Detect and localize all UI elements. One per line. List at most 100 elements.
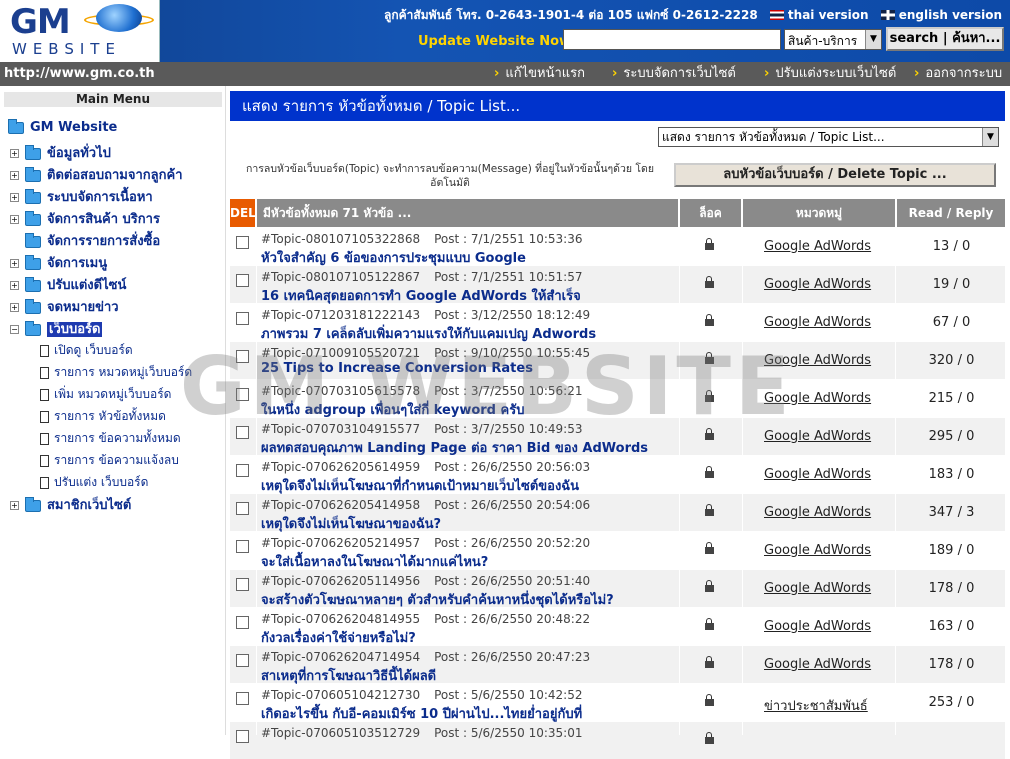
lock-icon[interactable]	[705, 428, 714, 441]
topic-title-link[interactable]: 25 Tips to Increase Conversion Rates	[261, 361, 533, 376]
lock-icon[interactable]	[705, 276, 714, 289]
category-link[interactable]: Google AdWords	[764, 429, 871, 444]
row-checkbox[interactable]	[236, 616, 249, 629]
thai-version-link[interactable]: thai version	[788, 8, 869, 22]
topic-title-link[interactable]: กังวลเรื่องค่าใช้จ่ายหรือไม่?	[261, 627, 416, 648]
topic-title-link[interactable]: ภาพรวม 7 เคล็ดลับเพิ่มความแรงให้กับแคมเป…	[261, 323, 596, 344]
row-checkbox[interactable]	[236, 350, 249, 363]
sidebar-root[interactable]: GM Website	[8, 118, 117, 135]
sidebar-item-content[interactable]: + ระบบจัดการเนื้อหา	[10, 186, 153, 207]
sidebar-item-design[interactable]: + ปรับแต่งดีไซน์	[10, 274, 126, 295]
category-link[interactable]: Google AdWords	[764, 657, 871, 672]
lock-icon[interactable]	[705, 656, 714, 669]
logo[interactable]: GM WEBSITE	[0, 0, 160, 62]
category-link[interactable]: Google AdWords	[764, 315, 871, 330]
sidebar-subitem-topic-list[interactable]: รายการ หัวข้อทั้งหมด	[40, 407, 166, 426]
category-link[interactable]: Google AdWords	[764, 467, 871, 482]
sidebar-item-members[interactable]: + สมาชิกเว็บไซต์	[10, 494, 131, 515]
category-link[interactable]: Google AdWords	[764, 505, 871, 520]
row-checkbox[interactable]	[236, 426, 249, 439]
sidebar-item-products[interactable]: + จัดการสินค้า บริการ	[10, 208, 160, 229]
expand-icon[interactable]: +	[10, 171, 19, 180]
expand-icon[interactable]: +	[10, 303, 19, 312]
lock-icon[interactable]	[705, 580, 714, 593]
row-checkbox[interactable]	[236, 312, 249, 325]
row-checkbox[interactable]	[236, 654, 249, 667]
row-checkbox[interactable]	[236, 502, 249, 515]
sidebar-subitem-label: รายการ ข้อความทั้งหมด	[54, 431, 181, 445]
row-checkbox[interactable]	[236, 730, 249, 743]
english-version-link[interactable]: english version	[899, 8, 1002, 22]
category-link[interactable]: Google AdWords	[764, 543, 871, 558]
lock-icon[interactable]	[705, 390, 714, 403]
row-checkbox[interactable]	[236, 236, 249, 249]
lock-icon[interactable]	[705, 732, 714, 745]
sidebar-item-contact[interactable]: + ติดต่อสอบถามจากลูกค้า	[10, 164, 183, 185]
category-link[interactable]: Google AdWords	[764, 239, 871, 254]
lock-icon[interactable]	[705, 542, 714, 555]
topic-title-link[interactable]: ผลทดสอบคุณภาพ Landing Page ต่อ ราคา Bid …	[261, 437, 648, 458]
topic-title-link[interactable]: เกิดอะไรขึ้น กับอี-คอมเมิร์ซ 10 ปีผ่านไป…	[261, 703, 582, 724]
topic-meta: #Topic-070626205114956 Post : 26/6/2550 2…	[261, 574, 590, 588]
nav-site-settings[interactable]: ปรับแต่งระบบเว็บไซต์	[764, 62, 896, 86]
sidebar-subitem-report-list[interactable]: รายการ ข้อความแจ้งลบ	[40, 451, 179, 470]
expand-icon[interactable]: +	[10, 193, 19, 202]
topic-title-link[interactable]: เหตุใดจึงไม่เห็นโฆษณาที่กำหนดเป้าหมายเว็…	[261, 475, 579, 496]
topic-title-link[interactable]: หัวใจสำคัญ 6 ข้อของการประชุมแบบ Google	[261, 247, 526, 268]
topic-title-link[interactable]: สาเหตุที่การโฆษณาวิธีนี้ได้ผลดี	[261, 665, 436, 686]
dropdown-arrow-icon[interactable]: ▼	[865, 30, 881, 49]
category-link[interactable]: ข่าวประชาสัมพันธ์	[764, 695, 868, 716]
topic-view-select[interactable]: แสดง รายการ หัวข้อทั้งหมด / Topic List..…	[658, 127, 999, 147]
collapse-icon[interactable]: −	[10, 325, 19, 334]
sidebar-subitem-webboard-settings[interactable]: ปรับแต่ง เว็บบอร์ด	[40, 473, 148, 492]
sidebar-item-menus[interactable]: + จัดการเมนู	[10, 252, 107, 273]
topic-title-link[interactable]: 16 เทคนิคสุดยอดการทำ Google AdWords ให้ส…	[261, 285, 581, 306]
lock-icon[interactable]	[705, 466, 714, 479]
sidebar-item-general[interactable]: + ข้อมูลทั่วไป	[10, 142, 111, 163]
category-link[interactable]: Google AdWords	[764, 619, 871, 634]
search-input[interactable]	[563, 29, 781, 50]
expand-icon[interactable]: +	[10, 501, 19, 510]
sidebar-item-orders[interactable]: จัดการรายการสั่งซื้อ	[25, 230, 160, 251]
category-link[interactable]: Google AdWords	[764, 391, 871, 406]
category-link[interactable]: Google AdWords	[764, 277, 871, 292]
nav-site-management[interactable]: ระบบจัดการเว็บไซต์	[612, 62, 735, 86]
row-checkbox[interactable]	[236, 388, 249, 401]
dropdown-arrow-icon[interactable]: ▼	[982, 128, 998, 146]
sidebar-item-newsletter[interactable]: + จดหมายข่าว	[10, 296, 119, 317]
lock-icon[interactable]	[705, 694, 714, 707]
lock-icon[interactable]	[705, 618, 714, 631]
row-checkbox[interactable]	[236, 578, 249, 591]
nav-edit-home[interactable]: แก้ไขหน้าแรก	[494, 62, 585, 86]
search-button[interactable]: search | ค้นหา...	[886, 27, 1004, 51]
sidebar-subitem-message-list[interactable]: รายการ ข้อความทั้งหมด	[40, 429, 181, 448]
topic-title-link[interactable]: จะใส่เนื้อหาลงในโฆษณาได้มากแค่ไหน?	[261, 551, 488, 572]
expand-icon[interactable]: +	[10, 281, 19, 290]
lock-icon[interactable]	[705, 352, 714, 365]
row-checkbox[interactable]	[236, 540, 249, 553]
lock-icon[interactable]	[705, 504, 714, 517]
sidebar-subitem-add-category[interactable]: เพิ่ม หมวดหมู่เว็บบอร์ด	[40, 385, 171, 404]
topic-title-link[interactable]: จะสร้างตัวโฆษณาหลายๆ ตัวสำหรับคำค้นหาหนึ…	[261, 589, 614, 610]
nav-logout[interactable]: ออกจากระบบ	[914, 62, 1002, 86]
delete-topic-button[interactable]: ลบหัวข้อเว็บบอร์ด / Delete Topic ...	[674, 163, 996, 187]
sidebar-item-webboard[interactable]: − เว็บบอร์ด	[10, 318, 103, 339]
row-checkbox[interactable]	[236, 692, 249, 705]
lock-icon[interactable]	[705, 238, 714, 251]
row-checkbox[interactable]	[236, 274, 249, 287]
row-checkbox[interactable]	[236, 464, 249, 477]
sidebar-subitem-category-list[interactable]: รายการ หมวดหมู่เว็บบอร์ด	[40, 363, 192, 382]
sidebar-subitem-view-webboard[interactable]: เปิดดู เว็บบอร์ด	[40, 341, 133, 360]
expand-icon[interactable]: +	[10, 149, 19, 158]
category-select[interactable]: สินค้า-บริการ ▼	[784, 29, 882, 50]
expand-icon[interactable]: +	[10, 259, 19, 268]
category-link[interactable]: Google AdWords	[764, 353, 871, 368]
topic-title-link[interactable]: เหตุใดจึงไม่เห็นโฆษณาของฉัน?	[261, 513, 441, 534]
topic-title-link[interactable]: ในหนึ่ง adgroup เพื่อนๆใส่กี่ keyword คร…	[261, 399, 524, 420]
thai-flag-icon[interactable]	[769, 9, 784, 20]
update-website-link[interactable]: Update Website Now!	[418, 34, 577, 49]
expand-icon[interactable]: +	[10, 215, 19, 224]
lock-icon[interactable]	[705, 314, 714, 327]
english-flag-icon[interactable]	[880, 9, 895, 20]
category-link[interactable]: Google AdWords	[764, 581, 871, 596]
